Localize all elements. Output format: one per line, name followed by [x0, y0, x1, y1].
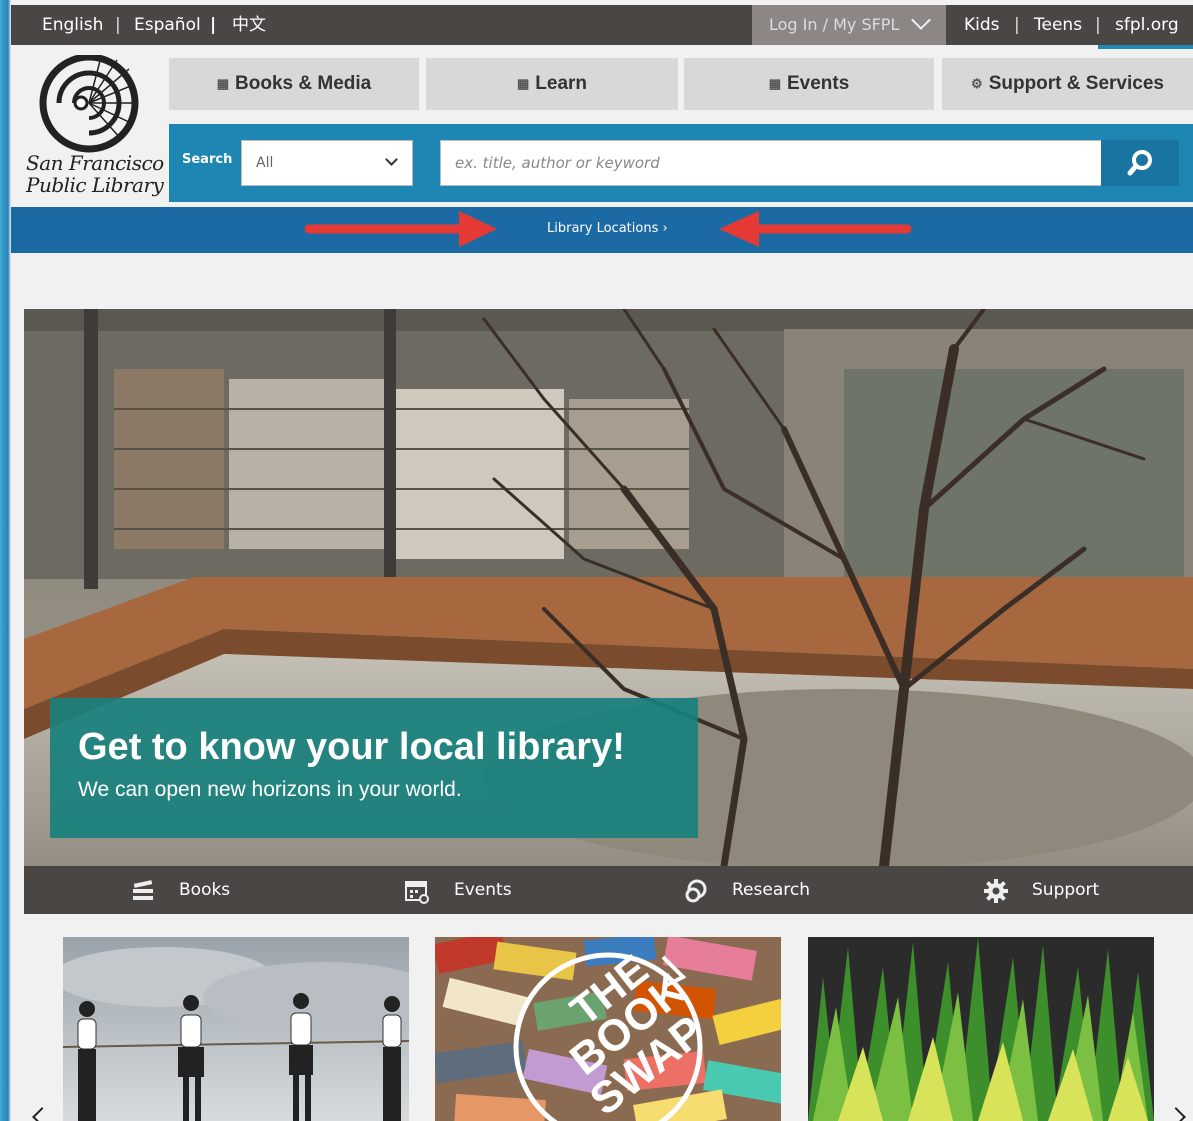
- carousel-next-icon[interactable]: [1166, 1107, 1186, 1121]
- page-frame: English | Español | 中文 Log In / My SFPL …: [11, 0, 1193, 1121]
- quick-link-events[interactable]: Events: [404, 866, 604, 914]
- learn-icon: ▦: [516, 76, 530, 91]
- kids-link[interactable]: Kids: [964, 5, 1000, 45]
- teens-link[interactable]: Teens: [1034, 5, 1082, 45]
- chevron-right-icon: ›: [662, 221, 668, 236]
- chevron-down-icon: [911, 10, 931, 30]
- tab-events[interactable]: ▦ Events: [684, 58, 934, 110]
- hero-subtitle: We can open new horizons in your world.: [78, 778, 462, 801]
- books-icon: [133, 880, 153, 900]
- gear-icon: ⚙: [971, 76, 983, 91]
- search-input[interactable]: [440, 140, 1102, 186]
- hero-caption[interactable]: Get to know your local library! We can o…: [50, 698, 698, 838]
- separator: |: [210, 15, 217, 35]
- lang-english-link[interactable]: English: [42, 5, 103, 45]
- search-button[interactable]: [1101, 140, 1179, 186]
- active-site-indicator: [1098, 45, 1193, 49]
- login-dropdown[interactable]: Log In / My SFPL: [752, 5, 946, 45]
- quick-link-label: Support: [1032, 880, 1100, 900]
- library-locations-link[interactable]: Library Locations ›: [547, 221, 668, 236]
- quick-link-label: Research: [732, 880, 810, 900]
- tab-learn[interactable]: ▦ Learn: [426, 58, 678, 110]
- hero-banner[interactable]: Get to know your local library! We can o…: [24, 309, 1193, 866]
- quick-link-research[interactable]: Research: [683, 866, 883, 914]
- search-scope-value: All: [256, 155, 274, 171]
- tab-label: Books & Media: [235, 73, 372, 95]
- login-label: Log In / My SFPL: [769, 15, 900, 34]
- grass-image: [808, 937, 1154, 1121]
- tab-label: Events: [786, 73, 850, 95]
- promo-card-tug-of-war[interactable]: [63, 937, 409, 1121]
- search-label: Search: [182, 152, 233, 167]
- chevron-down-icon: [385, 153, 398, 166]
- quick-links-bar: Books Events Research Support: [24, 866, 1193, 914]
- separator: |: [1095, 15, 1101, 35]
- separator: |: [1014, 15, 1020, 35]
- lang-chinese-link[interactable]: 中文: [232, 5, 266, 45]
- tab-support-services[interactable]: ⚙ Support & Services: [942, 58, 1193, 110]
- quick-link-label: Books: [179, 880, 231, 900]
- tug-of-war-image: [63, 937, 409, 1121]
- quick-link-support[interactable]: Support: [983, 866, 1183, 914]
- quick-link-label: Events: [454, 880, 512, 900]
- nautilus-logo-icon: [39, 55, 139, 153]
- research-icon: [685, 879, 707, 903]
- calendar-icon: [405, 881, 429, 904]
- separator: |: [115, 15, 121, 35]
- search-bar: Search All: [169, 124, 1193, 202]
- promo-card-book-swap[interactable]: THE BOOK SWAP: [435, 937, 781, 1121]
- tab-books-media[interactable]: ▦ Books & Media: [169, 58, 419, 110]
- logo-line-2: Public Library: [26, 173, 164, 197]
- logo-line-1: San Francisco: [26, 151, 164, 175]
- search-scope-select[interactable]: All: [241, 140, 413, 186]
- tab-label: Learn: [535, 73, 588, 95]
- carousel-prev-icon[interactable]: [32, 1107, 52, 1121]
- tab-label: Support & Services: [988, 73, 1164, 95]
- book-swap-image: THE BOOK SWAP: [435, 937, 781, 1121]
- logo-wordmark: San Francisco Public Library: [26, 152, 164, 196]
- utility-bar: English | Español | 中文 Log In / My SFPL …: [11, 5, 1193, 45]
- promo-card-grass[interactable]: [808, 937, 1154, 1121]
- quick-link-books[interactable]: Books: [130, 866, 330, 914]
- hero-title: Get to know your local library!: [78, 726, 625, 768]
- sfpl-org-link[interactable]: sfpl.org: [1115, 5, 1179, 45]
- gear-icon: [984, 879, 1008, 903]
- book-media-icon: ▦: [216, 76, 230, 91]
- events-icon: ▦: [768, 76, 781, 91]
- library-locations-bar: Library Locations ›: [11, 207, 1193, 253]
- lang-espanol-link[interactable]: Español: [134, 5, 201, 45]
- library-locations-label: Library Locations: [547, 221, 659, 236]
- search-icon: [1127, 150, 1152, 176]
